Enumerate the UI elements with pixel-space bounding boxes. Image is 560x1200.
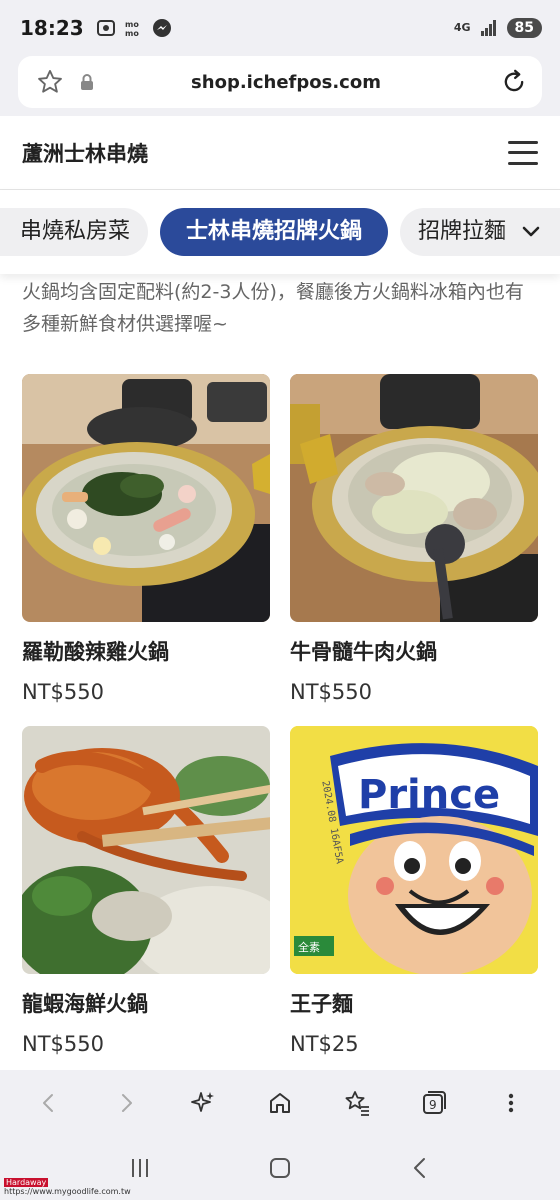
browser-toolbar: 9 <box>0 1070 560 1136</box>
url-text[interactable]: shop.ichefpos.com <box>72 72 500 93</box>
product-list: 火鍋均含固定配料(約2-3人份)，餐廳後方火鍋料冰箱內也有多種新鮮食材供選擇喔~ <box>0 274 560 1070</box>
product-card[interactable]: Prince 全素 2024.08 16AF5A 王子麵 NT$25 <box>290 726 538 1056</box>
home-square-icon <box>270 1158 290 1178</box>
bookmarks-button[interactable] <box>337 1083 377 1123</box>
watermark-line1: Hardaway <box>4 1178 49 1187</box>
hamburger-menu-icon[interactable] <box>508 140 538 165</box>
more-menu-button[interactable] <box>491 1083 531 1123</box>
category-tab-1[interactable]: 串燒私房菜 <box>0 208 148 256</box>
ai-assist-button[interactable] <box>183 1083 223 1123</box>
product-price: NT$550 <box>22 1032 104 1056</box>
sparkle-icon <box>190 1092 214 1112</box>
forward-button[interactable] <box>106 1083 146 1123</box>
system-navigation: Hardaway https://www.mygoodlife.com.tw <box>0 1136 560 1200</box>
messenger-icon <box>152 19 171 37</box>
product-card[interactable]: 龍蝦海鮮火鍋 NT$550 <box>22 726 270 1056</box>
system-back-button[interactable] <box>400 1148 440 1188</box>
back-button[interactable] <box>29 1083 69 1123</box>
svg-text:mo: mo <box>125 29 139 38</box>
product-photo: Prince 全素 2024.08 16AF5A <box>290 726 538 974</box>
tabs-icon: 9 <box>423 1091 447 1114</box>
watermark: Hardaway https://www.mygoodlife.com.tw <box>4 1178 131 1196</box>
category-description: 火鍋均含固定配料(約2-3人份)，餐廳後方火鍋料冰箱內也有多種新鮮食材供選擇喔~ <box>22 281 524 335</box>
chevron-down-icon[interactable] <box>520 220 542 242</box>
tabs-button[interactable]: 9 <box>414 1083 454 1123</box>
bookmark-star-icon <box>345 1091 370 1116</box>
shop-title[interactable]: 蘆洲士林串燒 <box>22 138 508 168</box>
product-price: NT$25 <box>290 1032 359 1056</box>
package-text: 全素 <box>298 940 320 954</box>
tabs-count: 9 <box>429 1098 437 1112</box>
site-header: 蘆洲士林串燒 <box>0 116 560 190</box>
chevron-left-icon <box>42 1094 53 1112</box>
category-tab-2[interactable]: 士林串燒招牌火鍋 <box>160 208 388 256</box>
prince-logo: Prince <box>358 772 500 818</box>
product-card[interactable]: 牛骨髓牛肉火鍋 NT$550 <box>290 374 538 704</box>
product-card[interactable]: 羅勒酸辣雞火鍋 NT$550 <box>22 374 270 704</box>
star-outline-icon[interactable] <box>36 68 64 96</box>
screenshot-icon <box>96 20 115 36</box>
product-price: NT$550 <box>22 680 104 704</box>
product-photo <box>22 726 270 974</box>
product-photo <box>22 374 270 622</box>
reload-icon[interactable] <box>500 68 528 96</box>
home-button[interactable] <box>260 1083 300 1123</box>
svg-text:mo: mo <box>125 20 139 29</box>
home-icon <box>269 1093 290 1113</box>
recent-apps-icon <box>132 1159 148 1177</box>
signal-icon <box>480 20 496 36</box>
chevron-right-icon <box>121 1094 132 1112</box>
page: 18:23 mo mo 4G 85 shop.ichefpos.com 蘆洲士林串… <box>0 0 560 1200</box>
more-vertical-icon <box>509 1093 514 1113</box>
category-tabs: 串燒私房菜 士林串燒招牌火鍋 招牌拉麵 <box>0 190 560 274</box>
system-home-button[interactable] <box>260 1148 300 1188</box>
product-photo <box>290 374 538 622</box>
product-price: NT$550 <box>290 680 372 704</box>
status-bar: 18:23 mo mo 4G 85 <box>0 0 560 56</box>
address-bar[interactable]: shop.ichefpos.com <box>18 56 542 108</box>
watermark-line2: https://www.mygoodlife.com.tw <box>4 1187 131 1196</box>
back-arrow-icon <box>414 1158 425 1178</box>
product-name: 王子麵 <box>290 992 353 1016</box>
product-name: 牛骨髓牛肉火鍋 <box>290 640 437 664</box>
network-indicator: 4G <box>453 21 471 34</box>
product-name: 羅勒酸辣雞火鍋 <box>22 640 169 664</box>
status-time: 18:23 <box>20 16 84 40</box>
momo-icon: momo <box>125 20 139 38</box>
battery-indicator: 85 <box>506 18 542 38</box>
product-name: 龍蝦海鮮火鍋 <box>22 992 148 1016</box>
